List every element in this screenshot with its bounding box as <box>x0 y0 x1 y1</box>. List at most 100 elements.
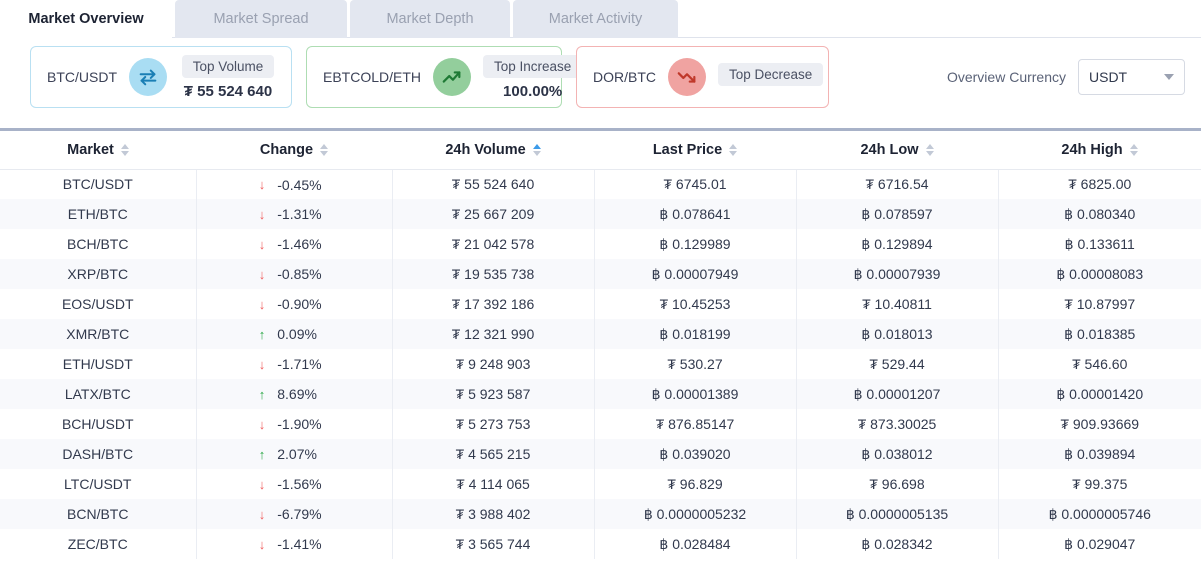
cell-market: DASH/BTC <box>0 439 197 469</box>
cell-market: LATX/BTC <box>0 379 197 409</box>
column-header-change[interactable]: Change <box>196 131 392 170</box>
cell-market: BCN/BTC <box>0 499 197 529</box>
tab-market-overview[interactable]: Market Overview <box>0 0 172 38</box>
cell-market: BCH/BTC <box>0 229 197 259</box>
market-pair-label: XMR/BTC <box>66 326 130 342</box>
cell-market: LTC/USDT <box>0 469 197 499</box>
low-value: ฿ 0.028342 <box>861 535 933 552</box>
change-value: -0.45% <box>277 176 322 193</box>
change-value: -1.41% <box>277 536 322 553</box>
volume-value: ₮ 21 042 578 <box>451 236 535 252</box>
column-header-24h-low[interactable]: 24h Low <box>796 131 998 170</box>
change-value: -1.71% <box>277 356 322 373</box>
change-value: 8.69% <box>277 386 317 403</box>
cell-24h-low: ₮ 529.44 <box>796 349 999 379</box>
last-price-value: ฿ 0.039020 <box>659 445 731 462</box>
cell-24h-volume: ₮ 17 392 186 <box>392 289 595 319</box>
cell-24h-volume: ₮ 12 321 990 <box>392 319 595 349</box>
cell-change: ↓ -1.71% <box>196 349 393 379</box>
top-increase-card[interactable]: EBTCOLD/ETH Top Increase 100.00% <box>306 46 583 108</box>
last-price-value: ₮ 10.45253 <box>659 296 731 312</box>
sort-toggle-icon[interactable] <box>729 143 738 156</box>
table-row[interactable]: LTC/USDT ↓ -1.56% ₮ 4 114 065 ₮ 96.829 ₮ 96.6… <box>0 469 1201 499</box>
cell-last-price: ฿ 0.00007949 <box>594 259 797 289</box>
last-price-value: ₮ 530.27 <box>667 356 723 372</box>
table-row[interactable]: XMR/BTC ↑ 0.09% ₮ 12 321 990 ฿ 0.018199 ฿ 0.0… <box>0 319 1201 349</box>
trend-down-icon <box>668 58 706 96</box>
card-pair-label: DOR/BTC <box>593 69 656 85</box>
card-value: ₮ 55 524 640 <box>183 82 273 100</box>
volume-value: ₮ 4 565 215 <box>455 446 531 462</box>
arrow-down-icon: ↓ <box>258 236 266 252</box>
cell-24h-low: ₮ 10.40811 <box>796 289 999 319</box>
arrow-down-icon: ↓ <box>258 536 266 552</box>
table-row[interactable]: ETH/USDT ↓ -1.71% ₮ 9 248 903 ₮ 530.27 ₮ 529.… <box>0 349 1201 379</box>
table-row[interactable]: XRP/BTC ↓ -0.85% ₮ 19 535 738 ฿ 0.00007949 ฿ … <box>0 259 1201 289</box>
table-row[interactable]: ZEC/BTC ↓ -1.41% ₮ 3 565 744 ฿ 0.028484 ฿ 0.0… <box>0 529 1201 559</box>
low-value: ฿ 0.129894 <box>861 235 933 252</box>
table-row[interactable]: BCN/BTC ↓ -6.79% ₮ 3 988 402 ฿ 0.0000005232 ฿… <box>0 499 1201 529</box>
tab-label: Market Activity <box>548 11 643 27</box>
tab-market-spread[interactable]: Market Spread <box>175 0 347 38</box>
change-value: -0.90% <box>277 296 322 313</box>
tab-market-activity[interactable]: Market Activity <box>513 0 678 38</box>
table-row[interactable]: DASH/BTC ↑ 2.07% ₮ 4 565 215 ฿ 0.039020 ฿ 0.0… <box>0 439 1201 469</box>
sort-toggle-icon[interactable] <box>1129 143 1138 156</box>
cell-24h-high: ฿ 0.080340 <box>998 199 1201 229</box>
column-header-24h-volume[interactable]: 24h Volume <box>392 131 594 170</box>
trend-up-icon <box>433 58 472 96</box>
cell-24h-high: ฿ 0.0000005746 <box>998 499 1201 529</box>
top-volume-card[interactable]: BTC/USDT Top Volume ₮ 55 524 640 <box>30 46 292 108</box>
market-pair-label: LATX/BTC <box>64 386 131 402</box>
cell-24h-high: ฿ 0.133611 <box>998 229 1201 259</box>
cell-24h-low: ฿ 0.0000005135 <box>796 499 999 529</box>
high-value: ₮ 546.60 <box>1072 356 1128 372</box>
cell-last-price: ₮ 6745.01 <box>594 169 797 199</box>
overview-currency-select[interactable]: USDT <box>1078 59 1185 95</box>
high-value: ₮ 6825.00 <box>1068 176 1132 193</box>
cell-change: ↓ -0.90% <box>196 289 393 319</box>
arrow-up-icon: ↑ <box>258 326 266 342</box>
cell-change: ↑ 8.69% <box>196 379 393 409</box>
table-row[interactable]: EOS/USDT ↓ -0.90% ₮ 17 392 186 ₮ 10.45253 ₮ 1… <box>0 289 1201 319</box>
cell-24h-volume: ₮ 5 923 587 <box>392 379 595 409</box>
column-header-last-price[interactable]: Last Price <box>594 131 796 170</box>
sort-toggle-icon-active[interactable] <box>532 143 541 156</box>
high-value: ฿ 0.00008083 <box>1056 265 1144 282</box>
cell-last-price: ฿ 0.039020 <box>594 439 797 469</box>
volume-value: ₮ 55 524 640 <box>451 176 535 193</box>
cell-24h-volume: ₮ 55 524 640 <box>392 169 595 199</box>
table-row[interactable]: BTC/USDT ↓ -0.45% ₮ 55 524 640 ₮ 6745.01 ₮ 67… <box>0 169 1201 199</box>
cell-24h-volume: ₮ 21 042 578 <box>392 229 595 259</box>
cell-24h-volume: ₮ 4 114 065 <box>392 469 595 499</box>
arrow-down-icon: ↓ <box>258 206 266 222</box>
market-pair-label: ETH/USDT <box>62 356 133 372</box>
cell-24h-low: ฿ 0.00001207 <box>796 379 999 409</box>
table-row[interactable]: LATX/BTC ↑ 8.69% ₮ 5 923 587 ฿ 0.00001389 ฿ 0… <box>0 379 1201 409</box>
tab-label: Market Overview <box>28 11 144 27</box>
cell-last-price: ₮ 96.829 <box>594 469 797 499</box>
high-value: ฿ 0.133611 <box>1064 235 1135 252</box>
sort-toggle-icon[interactable] <box>320 143 329 156</box>
volume-value: ₮ 4 114 065 <box>456 476 530 492</box>
volume-value: ₮ 17 392 186 <box>451 296 535 312</box>
market-pair-label: ETH/BTC <box>67 206 128 222</box>
tab-market-depth[interactable]: Market Depth <box>350 0 510 38</box>
cell-market: ZEC/BTC <box>0 529 197 559</box>
cell-24h-low: ₮ 6716.54 <box>796 169 999 199</box>
cell-market: EOS/USDT <box>0 289 197 319</box>
table-row[interactable]: BCH/BTC ↓ -1.46% ₮ 21 042 578 ฿ 0.129989 ฿ 0.… <box>0 229 1201 259</box>
sort-toggle-icon[interactable] <box>120 143 129 156</box>
market-pair-label: ZEC/BTC <box>67 536 128 552</box>
cell-24h-low: ฿ 0.00007939 <box>796 259 999 289</box>
cell-24h-low: ฿ 0.078597 <box>796 199 999 229</box>
market-pair-label: BCH/BTC <box>67 236 129 252</box>
table-row[interactable]: ETH/BTC ↓ -1.31% ₮ 25 667 209 ฿ 0.078641 ฿ 0.… <box>0 199 1201 229</box>
sort-toggle-icon[interactable] <box>925 143 934 156</box>
cell-24h-low: ฿ 0.028342 <box>796 529 999 559</box>
cell-last-price: ₮ 10.45253 <box>594 289 797 319</box>
column-header-market[interactable]: Market <box>0 131 196 170</box>
column-header-24h-high[interactable]: 24h High <box>998 131 1201 170</box>
top-decrease-card[interactable]: DOR/BTC Top Decrease <box>576 46 829 108</box>
table-row[interactable]: BCH/USDT ↓ -1.90% ₮ 5 273 753 ₮ 876.85147 ₮ 8… <box>0 409 1201 439</box>
